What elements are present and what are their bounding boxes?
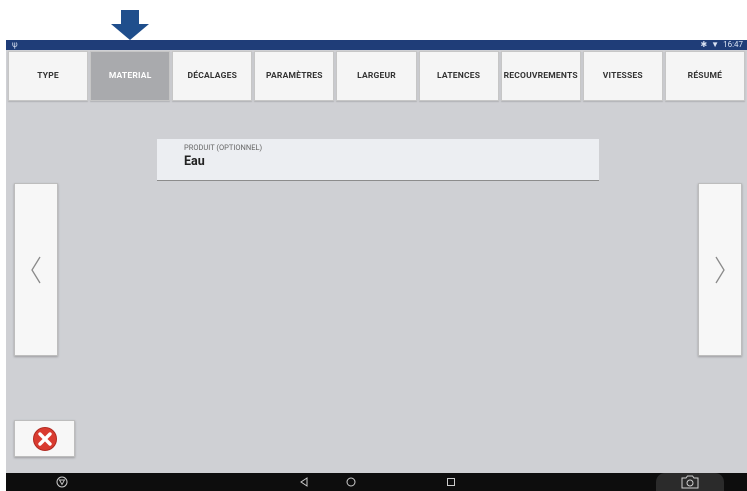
previous-button[interactable] [14,183,58,356]
tab-latences[interactable]: LATENCES [418,51,499,101]
notification-icon: ψ [12,40,18,49]
screenshot-button[interactable] [656,473,724,491]
bluetooth-icon: ✱ [700,40,708,49]
tab-largeur[interactable]: LARGEUR [336,51,417,101]
tab-material[interactable]: MATERIAL [90,51,171,101]
system-nav-bar [6,473,747,491]
chevron-right-icon [715,256,725,283]
back-icon[interactable] [299,476,309,488]
product-field-label: PRODUIT (OPTIONNEL) [184,143,263,152]
status-time: 16:47 [723,40,743,49]
next-button[interactable] [698,183,742,356]
wizard-tabs: TYPE MATERIAL DÉCALAGES PARAMÈTRES LARGE… [8,51,745,101]
status-bar: ψ ✱ ▼ 16:47 [6,40,747,50]
chevron-left-icon [31,256,41,283]
tab-type[interactable]: TYPE [8,51,89,101]
tab-decalages[interactable]: DÉCALAGES [172,51,253,101]
tab-vitesses[interactable]: VITESSES [582,51,663,101]
cancel-button[interactable] [14,420,75,457]
recents-icon[interactable] [446,476,456,488]
status-icons: ✱ ▼ 16:47 [700,40,743,50]
app-screen: ψ ✱ ▼ 16:47 TYPE MATERIAL DÉCALAGES PARA… [6,40,747,491]
tab-recouvrements[interactable]: RECOUVREMENTS [500,51,581,101]
camera-icon [681,475,699,489]
product-field[interactable]: PRODUIT (OPTIONNEL) Eau [157,139,599,181]
tab-resume[interactable]: RÉSUMÉ [664,51,745,101]
shield-icon[interactable] [56,476,68,488]
close-icon [32,426,57,451]
down-arrow-icon [111,10,149,40]
product-field-value[interactable]: Eau [184,154,572,169]
tab-parametres[interactable]: PARAMÈTRES [254,51,335,101]
home-icon[interactable] [345,476,357,488]
wifi-icon: ▼ [711,40,720,49]
